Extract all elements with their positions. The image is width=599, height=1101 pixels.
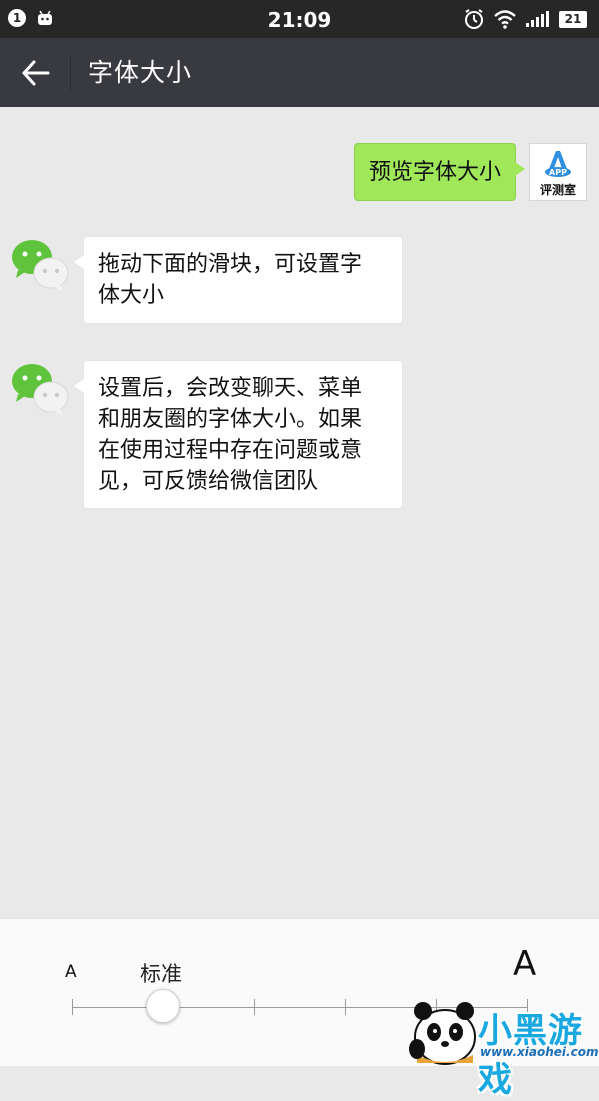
status-bar: 1 21:09 21 bbox=[0, 0, 599, 38]
large-size-label: A bbox=[513, 944, 537, 984]
slider-tick[interactable] bbox=[72, 999, 73, 1015]
battery-icon: 21 bbox=[559, 10, 587, 28]
sent-message-bubble: 预览字体大小 bbox=[354, 143, 525, 201]
arrow-left-icon[interactable] bbox=[18, 55, 54, 91]
title-bar: 字体大小 bbox=[0, 38, 599, 107]
title-divider bbox=[70, 56, 71, 90]
slider-tick[interactable] bbox=[345, 999, 346, 1015]
slider-tick[interactable] bbox=[254, 999, 255, 1015]
app-logo-icon: APP bbox=[545, 151, 571, 177]
standard-size-label: 标准 bbox=[140, 962, 182, 986]
user-avatar[interactable]: APP 评测室 bbox=[529, 143, 587, 201]
font-size-slider-thumb[interactable] bbox=[146, 989, 180, 1023]
signal-icon bbox=[526, 11, 549, 27]
message-line: 体大小 bbox=[98, 283, 165, 308]
message-line: 设置后，会改变聊天、菜单 bbox=[98, 376, 363, 401]
app-logo-letters: APP bbox=[549, 168, 567, 177]
received-message-bubble: 设置后，会改变聊天、菜单 和朋友圈的字体大小。如果 在使用过程中存在问题或意 见… bbox=[74, 360, 403, 509]
avatar-label: 评测室 bbox=[539, 183, 576, 197]
small-size-label: A bbox=[65, 962, 77, 982]
watermark-url: www.xiaohei.com bbox=[480, 1045, 599, 1059]
wifi-icon bbox=[494, 10, 516, 29]
wechat-avatar-icon[interactable] bbox=[10, 361, 70, 417]
message-line: 见，可反馈给微信团队 bbox=[98, 469, 319, 494]
alarm-icon bbox=[465, 9, 483, 29]
message-line: 拖动下面的滑块，可设置字 bbox=[98, 252, 363, 277]
message-line: 在使用过程中存在问题或意 bbox=[98, 438, 363, 463]
message-line: 和朋友圈的字体大小。如果 bbox=[98, 407, 363, 432]
wechat-avatar-icon[interactable] bbox=[10, 237, 70, 293]
received-message-bubble: 拖动下面的滑块，可设置字 体大小 bbox=[74, 236, 403, 324]
sent-message-text: 预览字体大小 bbox=[369, 160, 502, 185]
page-title: 字体大小 bbox=[88, 58, 193, 87]
